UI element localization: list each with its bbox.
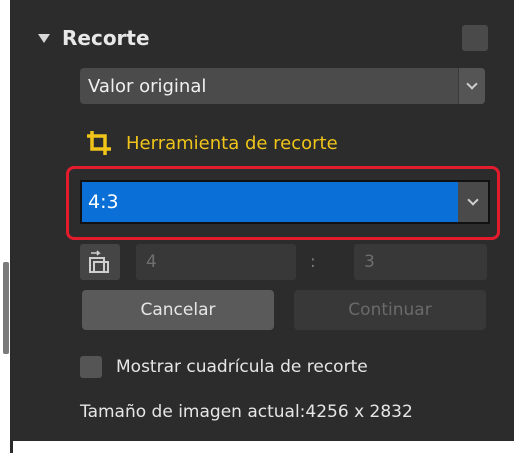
swap-orientation-icon — [89, 250, 109, 273]
collapse-triangle-icon[interactable] — [38, 33, 50, 43]
aspect-ratio-select[interactable]: 4:3 — [80, 180, 490, 224]
scrollbar-thumb[interactable] — [3, 262, 9, 354]
grid-option-row[interactable]: Mostrar cuadrícula de recorte — [80, 356, 368, 378]
section-title: Recorte — [62, 26, 150, 50]
panel-bottom-margin — [13, 441, 514, 453]
grid-checkbox-label: Mostrar cuadrícula de recorte — [116, 357, 368, 377]
ratio-separator: : — [310, 252, 316, 272]
aspect-ratio-value: 4:3 — [88, 191, 119, 213]
grid-checkbox[interactable] — [80, 356, 102, 378]
cancel-button[interactable]: Cancelar — [82, 290, 274, 330]
crop-tool-label: Herramienta de recorte — [126, 132, 338, 154]
left-rail — [0, 0, 13, 453]
swap-orientation-button[interactable] — [80, 244, 120, 280]
image-size-text: Tamaño de imagen actual:4256 x 2832 — [80, 402, 413, 422]
preset-select[interactable]: Valor original — [80, 68, 485, 104]
section-header[interactable]: Recorte — [38, 22, 150, 54]
preset-select-value: Valor original — [88, 75, 207, 97]
section-enable-checkbox[interactable] — [462, 25, 488, 51]
chevron-down-icon[interactable] — [458, 182, 488, 222]
chevron-down-icon[interactable] — [458, 68, 485, 104]
ratio-height-input[interactable]: 3 — [354, 244, 487, 280]
crop-icon — [87, 131, 111, 155]
continue-button[interactable]: Continuar — [294, 290, 486, 330]
ratio-width-input[interactable]: 4 — [136, 244, 296, 280]
crop-tool-button[interactable]: Herramienta de recorte — [86, 130, 338, 156]
